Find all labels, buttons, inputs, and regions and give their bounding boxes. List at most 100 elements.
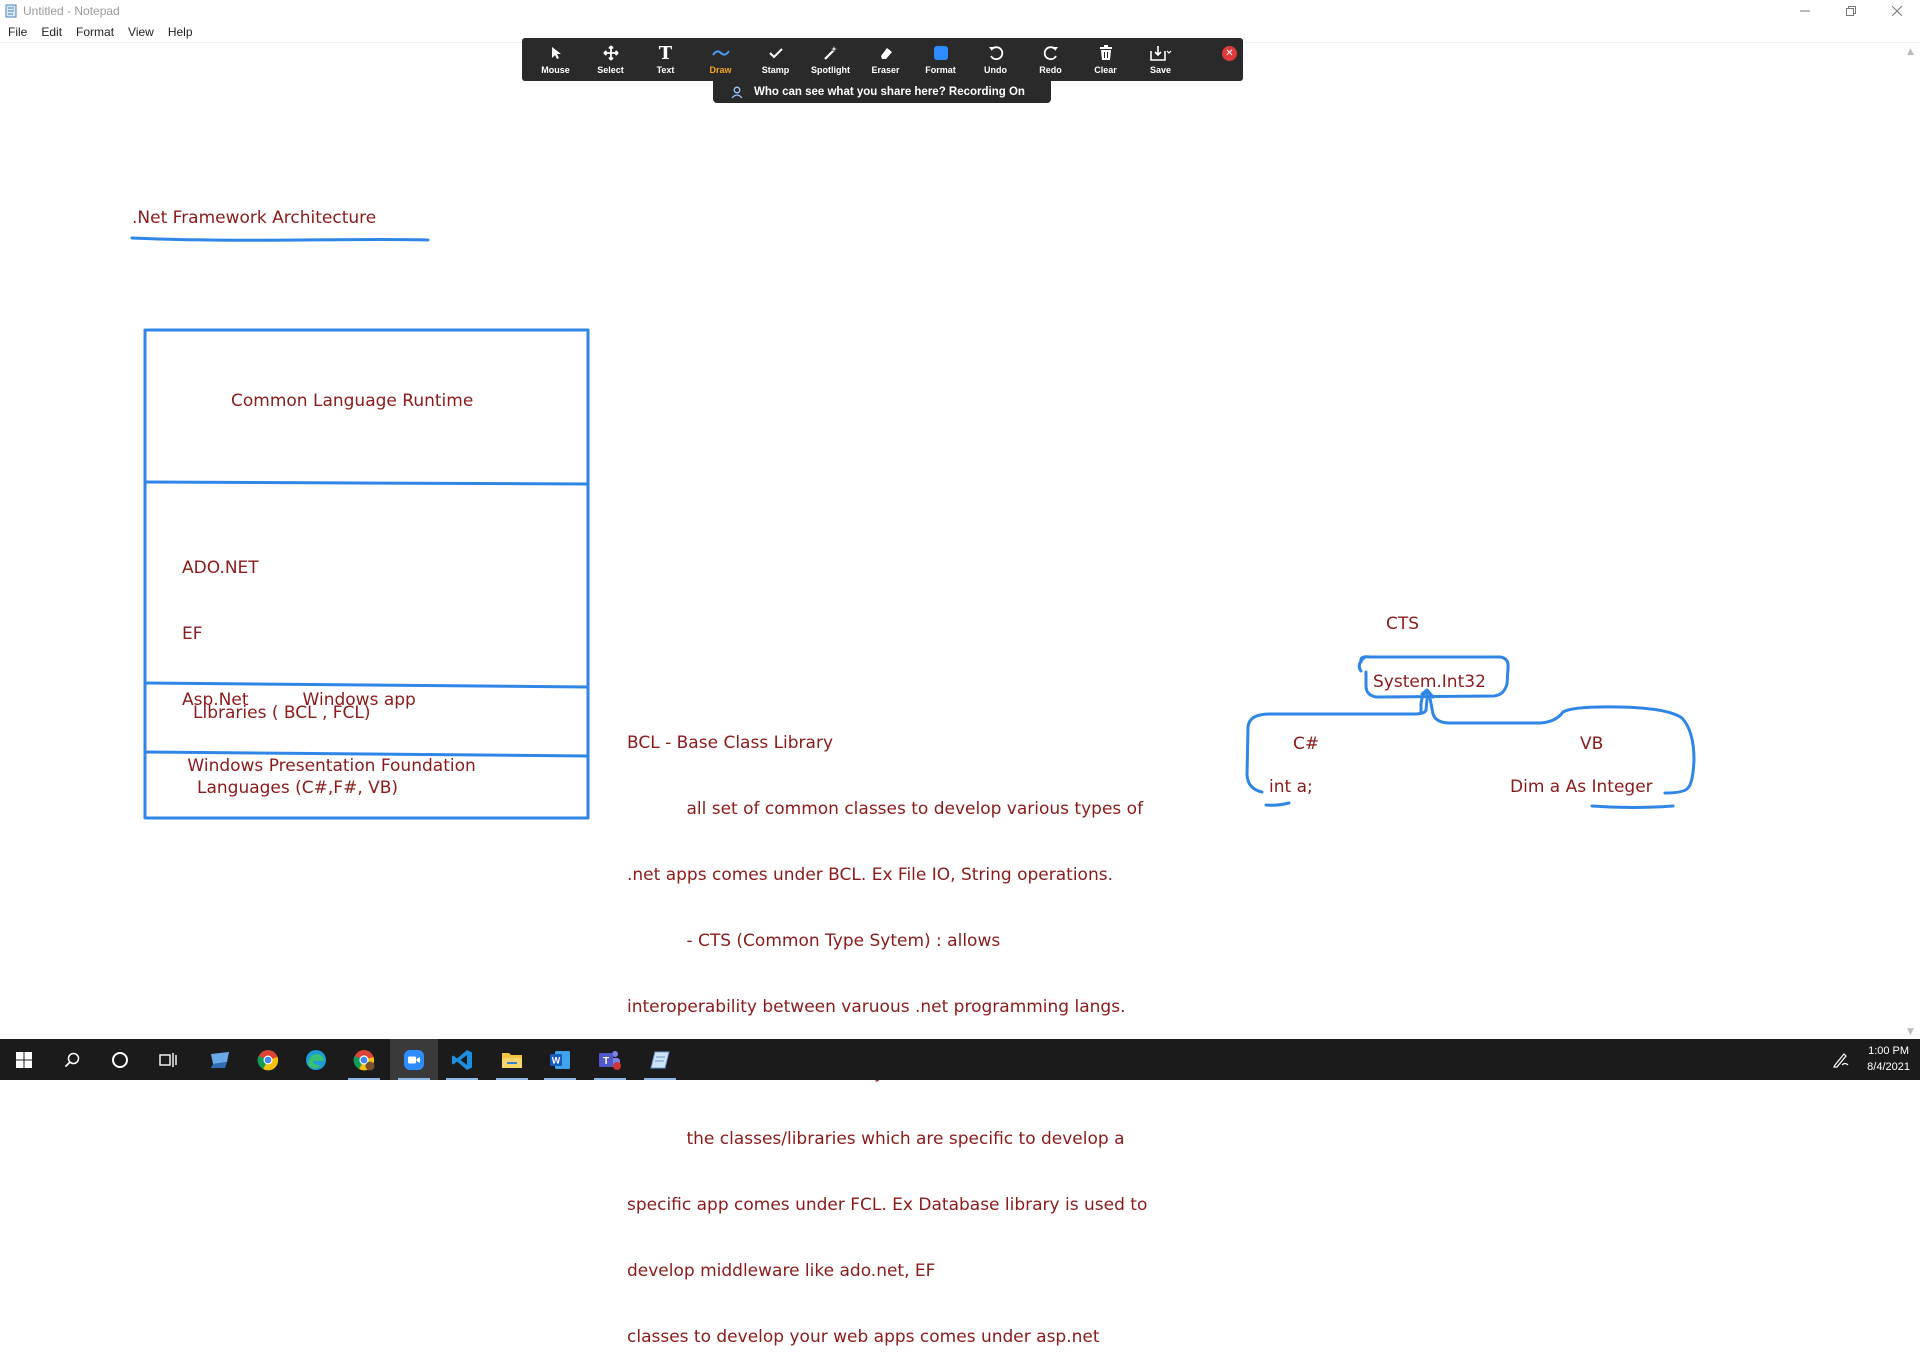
notepad-icon [650, 1051, 670, 1068]
undo-tool-button[interactable]: Undo [968, 38, 1023, 81]
scroll-down-icon[interactable]: ▼ [1907, 1027, 1914, 1037]
eraser-icon [878, 41, 894, 65]
draw-tool-button[interactable]: Draw [693, 38, 748, 81]
system-int32-label: System.Int32 [1373, 672, 1486, 692]
teams-button[interactable]: T [586, 1039, 634, 1080]
vscode-button[interactable] [438, 1039, 486, 1080]
pen-icon [1833, 1053, 1849, 1068]
csharp-code: int a; [1269, 777, 1313, 797]
title-bar: Untitled - Notepad [0, 0, 1920, 22]
fcl-item-ef: EF [182, 624, 203, 644]
pen-workspace-button[interactable] [1832, 1050, 1850, 1072]
draw-icon [711, 41, 730, 65]
text-tool-button[interactable]: T Text [638, 38, 693, 81]
start-icon [16, 1051, 32, 1068]
clock-date: 8/4/2021 [1867, 1061, 1910, 1073]
zoom-button[interactable] [390, 1039, 438, 1080]
file-explorer-icon [502, 1052, 522, 1068]
move-icon [602, 41, 619, 65]
chrome-profile-button[interactable] [340, 1039, 388, 1080]
note-line: BCL - Base Class Library [627, 733, 834, 753]
menu-file[interactable]: File [0, 25, 34, 39]
menu-view[interactable]: View [121, 25, 161, 39]
mouse-tool-button[interactable]: Mouse [528, 38, 583, 81]
chrome-profile-icon [353, 1049, 375, 1070]
cortana-button[interactable] [96, 1039, 144, 1080]
save-tool-button[interactable]: Save [1133, 38, 1188, 81]
close-toolbar-button[interactable]: ✕ [1222, 46, 1237, 61]
vb-code: Dim a As Integer [1510, 777, 1653, 797]
chrome-button[interactable] [244, 1039, 292, 1080]
svg-text:W: W [552, 1055, 561, 1065]
file-explorer-button[interactable] [488, 1039, 536, 1080]
zoom-annotation-toolbar: Mouse Select T Text Draw Stamp Spotlight… [522, 38, 1243, 81]
zoom-icon [404, 1049, 424, 1070]
note-line: the classes/libraries which are specific… [627, 1129, 1125, 1149]
note-line: - CTS (Common Type Sytem) : allows [627, 931, 1001, 951]
fcl-list: ADO.NET EF Asp.Net Windows app Windows P… [182, 513, 476, 799]
undo-icon [988, 41, 1004, 65]
chrome-icon [257, 1049, 279, 1070]
notepad-taskbar-button[interactable] [636, 1039, 684, 1080]
note-line: interoperability between varuous .net pr… [627, 997, 1126, 1017]
format-square-icon [933, 41, 949, 65]
share-recording-banner[interactable]: Who can see what you share here? Recordi… [713, 81, 1051, 103]
clear-tool-button[interactable]: Clear [1078, 38, 1133, 81]
azure-data-studio-button[interactable] [196, 1039, 244, 1080]
search-icon [64, 1052, 80, 1067]
scroll-up-icon[interactable]: ▲ [1907, 47, 1914, 57]
restore-button[interactable] [1828, 0, 1874, 22]
note-line: develop middleware like ado.net, EF [627, 1261, 936, 1281]
redo-icon [1043, 41, 1059, 65]
close-button[interactable] [1874, 0, 1920, 22]
vertical-scrollbar[interactable]: ▲ ▼ [1903, 43, 1920, 1039]
cortana-icon [112, 1051, 128, 1068]
task-view-button[interactable] [144, 1039, 192, 1080]
word-button[interactable]: W [536, 1039, 584, 1080]
menu-edit[interactable]: Edit [34, 25, 69, 39]
stamp-tool-button[interactable]: Stamp [748, 38, 803, 81]
taskbar: W T 1:00 PM 8/4/2021 [0, 1039, 1920, 1080]
select-tool-button[interactable]: Select [583, 38, 638, 81]
menu-help[interactable]: Help [161, 25, 200, 39]
menu-format[interactable]: Format [69, 25, 121, 39]
spotlight-tool-button[interactable]: Spotlight [803, 38, 858, 81]
spotlight-icon [823, 41, 839, 65]
notes-block: BCL - Base Class Library all set of comm… [627, 688, 1147, 1370]
minimize-button[interactable] [1782, 0, 1828, 22]
vscode-icon [452, 1049, 472, 1070]
share-banner-text: Who can see what you share here? Recordi… [754, 86, 1025, 98]
edge-button[interactable] [292, 1039, 340, 1080]
close-icon [1892, 6, 1902, 16]
text-icon: T [658, 42, 673, 64]
start-button[interactable] [0, 1039, 48, 1080]
svg-text:T: T [603, 1056, 609, 1067]
heading-underline [130, 236, 430, 242]
csharp-label: C# [1293, 734, 1320, 754]
note-line: all set of common classes to develop var… [627, 799, 1144, 819]
note-line: classes to develop your web apps comes u… [627, 1327, 1100, 1347]
word-icon: W [550, 1050, 570, 1069]
format-tool-button[interactable]: Format [913, 38, 968, 81]
languages-label: Languages (C#,F#, VB) [197, 778, 399, 798]
edge-icon [306, 1049, 326, 1070]
system-clock[interactable]: 1:00 PM 8/4/2021 [1867, 1043, 1910, 1075]
fcl-item-wpf: Windows Presentation Foundation [182, 756, 476, 776]
cursor-icon [549, 41, 563, 65]
save-icon [1149, 41, 1172, 65]
participant-icon [731, 86, 744, 99]
fcl-item-adonet: ADO.NET [182, 558, 259, 578]
eraser-tool-button[interactable]: Eraser [858, 38, 913, 81]
window-controls [1782, 0, 1920, 22]
restore-icon [1846, 6, 1856, 16]
teams-icon: T [599, 1050, 621, 1070]
azure-data-studio-icon [211, 1051, 229, 1068]
taskbar-search-button[interactable] [48, 1039, 96, 1080]
window-title: Untitled - Notepad [23, 4, 120, 18]
redo-tool-button[interactable]: Redo [1023, 38, 1078, 81]
note-line: .net apps comes under BCL. Ex File IO, S… [627, 865, 1113, 885]
notepad-icon [5, 4, 17, 18]
note-line: specific app comes under FCL. Ex Databas… [627, 1195, 1148, 1215]
checkmark-icon [768, 41, 783, 65]
vb-label: VB [1580, 734, 1604, 754]
